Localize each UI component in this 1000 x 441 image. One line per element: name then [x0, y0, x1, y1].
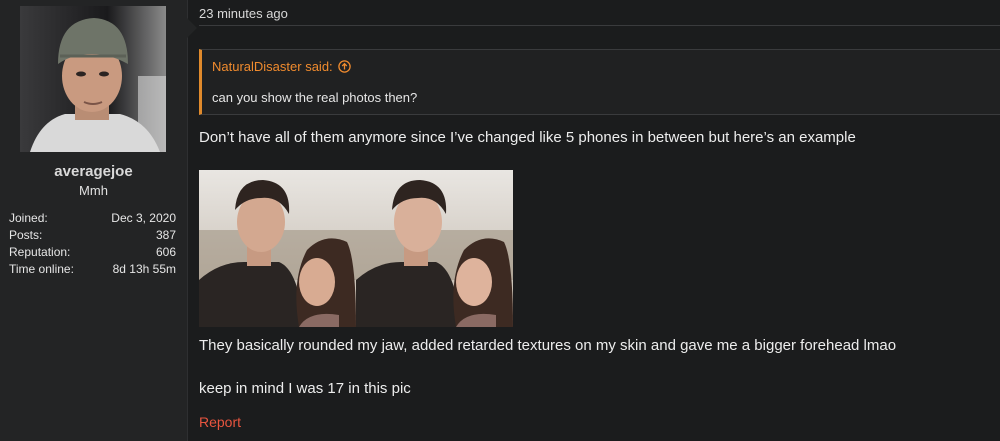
- panel-pointer: [187, 18, 197, 38]
- stat-value: 8d 13h 55m: [112, 262, 176, 276]
- stat-label: Time online:: [9, 262, 74, 276]
- header-divider: [199, 25, 1000, 26]
- user-stats: Joined: Dec 3, 2020 Posts: 387 Reputatio…: [9, 210, 176, 278]
- user-panel: averagejoe Mmh Joined: Dec 3, 2020 Posts…: [0, 0, 188, 441]
- username[interactable]: averagejoe: [0, 163, 187, 180]
- stat-row-time-online: Time online: 8d 13h 55m: [9, 261, 176, 278]
- stat-value: 387: [155, 228, 176, 242]
- post-paragraph: They basically rounded my jaw, added ret…: [199, 337, 897, 354]
- post-paragraph: keep in mind I was 17 in this pic: [199, 380, 411, 397]
- comparison-photo: [199, 170, 513, 327]
- avatar-image: [20, 6, 166, 152]
- stat-label: Joined:: [9, 211, 48, 225]
- report-link[interactable]: Report: [199, 414, 241, 430]
- stat-row-reputation: Reputation: 606: [9, 244, 176, 261]
- user-title: Mmh: [79, 183, 108, 198]
- user-avatar[interactable]: [20, 6, 166, 152]
- post-paragraph: Don’t have all of them anymore since I’v…: [199, 129, 856, 146]
- quote-block: NaturalDisaster said: can you show the r…: [199, 49, 1000, 115]
- stat-row-joined: Joined: Dec 3, 2020: [9, 210, 176, 227]
- quote-text: can you show the real photos then?: [212, 90, 418, 105]
- post-image[interactable]: [199, 170, 513, 327]
- stat-label: Posts:: [9, 228, 43, 242]
- stat-row-posts: Posts: 387: [9, 227, 176, 244]
- quote-author-link[interactable]: NaturalDisaster said:: [212, 59, 351, 74]
- arrow-up-circle-icon[interactable]: [337, 60, 351, 73]
- stat-value: 606: [155, 245, 176, 259]
- post-timestamp[interactable]: 23 minutes ago: [199, 6, 288, 21]
- stat-label: Reputation:: [9, 245, 71, 259]
- quote-author: NaturalDisaster said:: [212, 59, 333, 74]
- stat-value: Dec 3, 2020: [111, 211, 176, 225]
